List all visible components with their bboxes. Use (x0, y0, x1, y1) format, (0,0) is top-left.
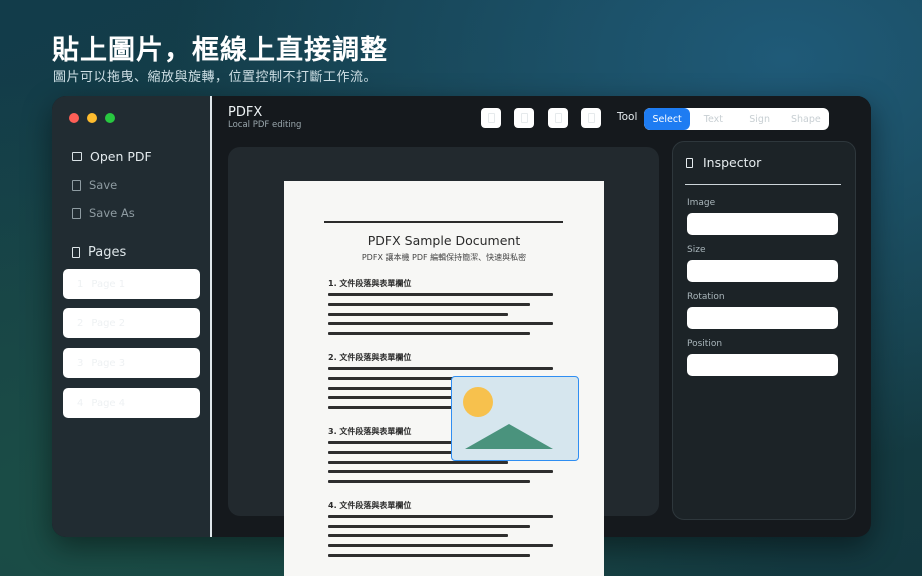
mode-shape-button[interactable]: Shape (783, 108, 829, 130)
text-line (328, 303, 530, 306)
text-line (328, 534, 508, 537)
inspector-title: Inspector (703, 155, 762, 170)
headline: 貼上圖片，框線上直接調整 (52, 35, 388, 66)
sidebar: Open PDF Save Save As Pages 1 Page 1 2 Pag… (52, 96, 211, 537)
text-line (328, 554, 530, 557)
image-field[interactable] (687, 213, 838, 235)
mode-select-button[interactable]: Select (644, 108, 691, 130)
inspector-header: Inspector (686, 155, 761, 170)
save-button[interactable]: Save (72, 178, 117, 192)
page-label: Page 4 (91, 397, 126, 409)
text-line (328, 515, 553, 518)
section-heading: 3. 文件段落與表單欄位 (328, 427, 412, 436)
app-subtitle: Local PDF editing (228, 120, 302, 130)
pages-icon (72, 247, 80, 258)
document-title: PDFX Sample Document (367, 233, 521, 248)
field-label-position: Position (687, 339, 723, 349)
pages-label: Pages (88, 245, 127, 260)
save-as-button[interactable]: Save As (72, 206, 135, 220)
sidebar-item-page-4[interactable]: 4 Page 4 (63, 388, 200, 418)
sidebar-item-page-1[interactable]: 1 Page 1 (63, 269, 200, 299)
toolbar-button-4[interactable] (581, 108, 601, 128)
rotation-field[interactable] (687, 307, 838, 329)
document-subtitle: PDFX 讓本機 PDF 編輯保持簡潔、快速與私密 (361, 253, 527, 262)
page-label: Page 3 (91, 357, 126, 369)
mountain-icon (465, 424, 553, 449)
placed-image[interactable] (451, 376, 579, 461)
page-label: Page 2 (91, 317, 126, 329)
divider (685, 184, 841, 185)
header-rule (324, 221, 563, 223)
tool-mode-selector: Select Text Sign Shape (644, 108, 829, 130)
text-line (328, 322, 553, 325)
zoom-window-button[interactable] (105, 113, 115, 123)
toolbar-button-1[interactable] (481, 108, 501, 128)
text-line (328, 332, 530, 335)
text-line (328, 470, 553, 473)
section-heading: 4. 文件段落與表單欄位 (328, 501, 412, 510)
text-line (328, 480, 530, 483)
save-label: Save (89, 178, 118, 192)
inspector-panel: Inspector Image Size Rotation Position (672, 141, 856, 520)
inspector-icon (686, 157, 693, 168)
sidebar-item-page-3[interactable]: 3 Page 3 (63, 348, 200, 378)
text-line (328, 293, 553, 296)
field-label-image: Image (687, 198, 716, 208)
app-title: PDFX (228, 105, 263, 120)
toolbar-button-2[interactable] (514, 108, 534, 128)
text-line (328, 313, 508, 316)
document-icon (587, 113, 595, 123)
close-window-button[interactable] (69, 113, 79, 123)
document-icon (72, 207, 81, 219)
tool-label: Tool (617, 111, 638, 123)
text-line (328, 367, 553, 370)
page-label: Page 1 (91, 278, 126, 290)
subheadline: 圖片可以拖曳、縮放與旋轉，位置控制不打斷工作流。 (53, 70, 378, 85)
text-line (328, 544, 553, 547)
open-pdf-label: Open PDF (90, 149, 152, 164)
mode-text-button[interactable]: Text (690, 108, 736, 130)
document-icon (554, 113, 562, 123)
text-line (328, 461, 508, 464)
mode-sign-button[interactable]: Sign (737, 108, 783, 130)
field-label-rotation: Rotation (687, 292, 725, 302)
sidebar-divider (210, 96, 212, 537)
document-icon (72, 179, 81, 191)
field-label-size: Size (687, 245, 706, 255)
size-field[interactable] (687, 260, 838, 282)
position-field[interactable] (687, 354, 838, 376)
pages-header: Pages (72, 245, 126, 260)
section-heading: 1. 文件段落與表單欄位 (328, 279, 412, 288)
document-icon (520, 113, 528, 123)
section-heading: 2. 文件段落與表單欄位 (328, 353, 412, 362)
minimize-window-button[interactable] (87, 113, 97, 123)
folder-icon (72, 152, 82, 161)
toolbar-button-3[interactable] (548, 108, 568, 128)
sidebar-item-page-2[interactable]: 2 Page 2 (63, 308, 200, 338)
text-line (328, 525, 530, 528)
document-icon (487, 113, 495, 123)
toolbar: PDFX Local PDF editing Tool Select Text … (212, 96, 871, 140)
open-pdf-button[interactable]: Open PDF (72, 149, 152, 164)
save-as-label: Save As (89, 206, 135, 220)
